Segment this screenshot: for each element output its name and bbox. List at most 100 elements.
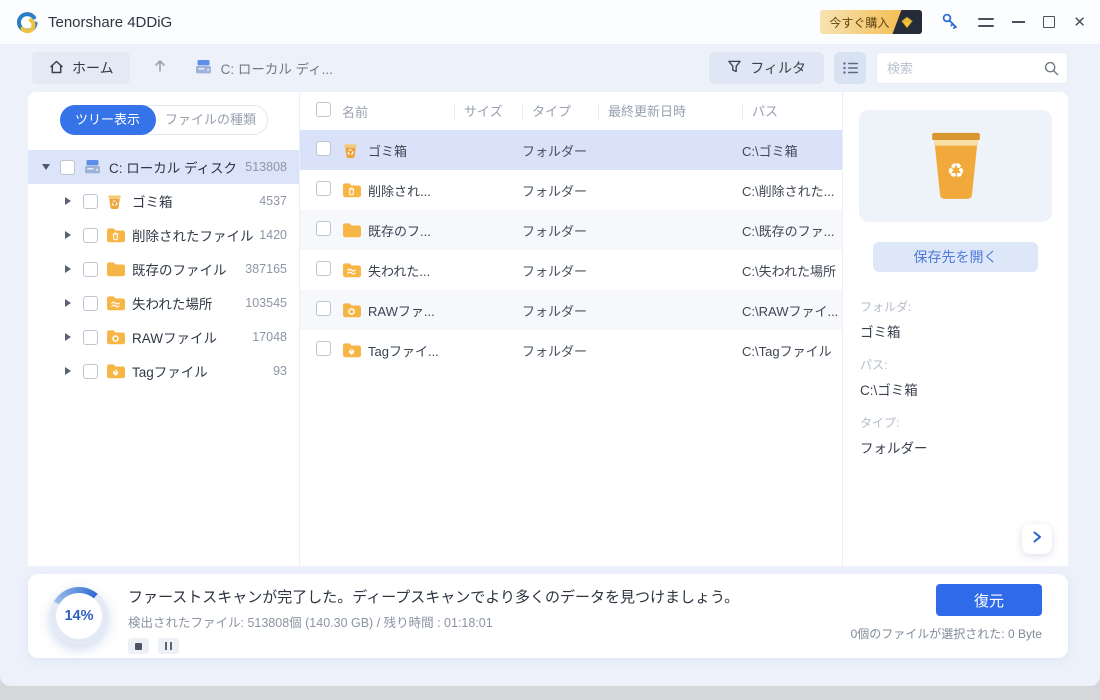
column-header-modified[interactable]: 最終更新日時 [598,104,742,119]
folder-icon [106,261,128,277]
tree-item[interactable]: Tagファイル 93 [28,354,299,388]
details-panel: ♻ 保存先を開く フォルダ: ゴミ箱 パス: C:\ゴミ箱 タイプ: フォルダー [843,92,1068,566]
row-checkbox[interactable] [316,221,331,236]
select-all-checkbox[interactable] [316,102,331,117]
minimize-button[interactable] [1012,21,1025,23]
cell-path: C:\失われた場所 [742,261,842,280]
drive-icon [194,59,213,78]
cell-name: RAWファ... [368,301,454,320]
row-checkbox[interactable] [316,301,331,316]
tree-item-label: 既存のファイル [132,259,245,279]
tree-checkbox[interactable] [83,364,98,379]
folder-raw-icon [106,329,128,345]
stop-icon [135,643,142,650]
row-checkbox[interactable] [316,181,331,196]
caret-icon[interactable] [42,164,56,170]
desktop-taskbar [0,684,1100,700]
buy-now-label: 今すぐ購入 [829,14,889,31]
cell-type: フォルダー [522,341,598,360]
cell-path: C:\ゴミ箱 [742,141,842,160]
cell-type: フォルダー [522,301,598,320]
up-arrow-icon[interactable] [152,57,168,79]
cell-path: C:\RAWファイ... [742,301,842,320]
tree-checkbox[interactable] [83,194,98,209]
list-view-button[interactable] [834,52,866,84]
menu-icon[interactable] [978,18,994,27]
folder-trash-icon [342,182,368,198]
content-area: ツリー表示 ファイルの種類 C: ローカル ディスク 513808 ゴミ箱 45… [28,92,1068,566]
tree-item[interactable]: 失われた場所 103545 [28,286,299,320]
filter-button[interactable]: フィルタ [709,52,824,84]
table-row[interactable]: 削除され... フォルダー C:\削除された... [300,170,842,210]
table-header: 名前 サイズ タイプ 最終更新日時 パス [300,92,842,130]
detail-field-value: C:\ゴミ箱 [860,379,1068,399]
detail-field: タイプ: フォルダー [860,414,1068,457]
column-header-path[interactable]: パス [742,104,842,119]
tree-item[interactable]: 削除されたファイル 1420 [28,218,299,252]
next-page-button[interactable] [1022,524,1052,554]
tree-checkbox[interactable] [60,160,75,175]
recover-button[interactable]: 復元 [936,584,1042,616]
stop-button[interactable] [128,638,149,654]
home-button[interactable]: ホーム [32,52,130,84]
home-label: ホーム [72,58,114,78]
search-icon[interactable] [1043,60,1060,82]
tree-item[interactable]: 既存のファイル 387165 [28,252,299,286]
caret-icon[interactable] [65,367,79,375]
pause-icon [165,642,172,650]
caret-icon[interactable] [65,333,79,341]
folder-tree: C: ローカル ディスク 513808 ゴミ箱 4537 削除されたファイル 1… [28,150,299,388]
tree-item-count: 387165 [245,262,287,276]
table-row[interactable]: 既存のフ... フォルダー C:\既存のファ... [300,210,842,250]
table-row[interactable]: 失われた... フォルダー C:\失われた場所 [300,250,842,290]
sidebar: ツリー表示 ファイルの種類 C: ローカル ディスク 513808 ゴミ箱 45… [28,92,300,566]
pause-button[interactable] [158,638,179,654]
register-key-icon[interactable] [940,12,960,32]
table-row[interactable]: RAWファ... フォルダー C:\RAWファイ... [300,290,842,330]
detail-field-label: フォルダ: [860,298,1068,315]
table-row[interactable]: Tagファイ... フォルダー C:\Tagファイル [300,330,842,370]
cell-type: フォルダー [522,181,598,200]
gem-icon [892,10,922,34]
tab-file-types[interactable]: ファイルの種類 [155,106,267,134]
close-button[interactable]: ✕ [1073,13,1086,31]
caret-icon[interactable] [65,299,79,307]
open-save-location-button[interactable]: 保存先を開く [873,242,1038,272]
row-checkbox[interactable] [316,141,331,156]
tree-checkbox[interactable] [83,330,98,345]
filter-label: フィルタ [750,58,806,78]
tree-item[interactable]: C: ローカル ディスク 513808 [28,150,299,184]
cell-path: C:\既存のファ... [742,221,842,240]
nav-bar: ホーム C: ローカル ディ... フィルタ [0,44,1100,92]
breadcrumb[interactable]: C: ローカル ディ... [194,58,333,78]
tree-item-count: 4537 [259,194,287,208]
table-row[interactable]: ゴミ箱 フォルダー C:\ゴミ箱 [300,130,842,170]
tree-checkbox[interactable] [83,262,98,277]
folder-icon [342,222,368,238]
folder-tag-icon [342,342,368,358]
caret-icon[interactable] [65,265,79,273]
tree-item[interactable]: RAWファイル 17048 [28,320,299,354]
tree-item-count: 93 [273,364,287,378]
tree-item-label: RAWファイル [132,327,252,347]
caret-icon[interactable] [65,231,79,239]
tree-item-label: C: ローカル ディスク [109,157,245,177]
column-header-name[interactable]: 名前 [342,102,454,121]
selection-info: 0個のファイルが選択された: 0 Byte [851,625,1042,642]
caret-icon[interactable] [65,197,79,205]
search-input[interactable] [877,53,1067,83]
column-header-size[interactable]: サイズ [454,104,522,119]
row-checkbox[interactable] [316,341,331,356]
tree-checkbox[interactable] [83,228,98,243]
buy-now-button[interactable]: 今すぐ購入 [820,10,922,34]
tab-tree-view[interactable]: ツリー表示 [60,105,156,135]
maximize-button[interactable] [1043,16,1055,28]
tree-item-count: 103545 [245,296,287,310]
view-tabs: ツリー表示 ファイルの種類 [60,105,268,135]
drive-icon [83,159,105,175]
tree-checkbox[interactable] [83,296,98,311]
cell-type: フォルダー [522,221,598,240]
column-header-type[interactable]: タイプ [522,104,598,119]
row-checkbox[interactable] [316,261,331,276]
tree-item[interactable]: ゴミ箱 4537 [28,184,299,218]
